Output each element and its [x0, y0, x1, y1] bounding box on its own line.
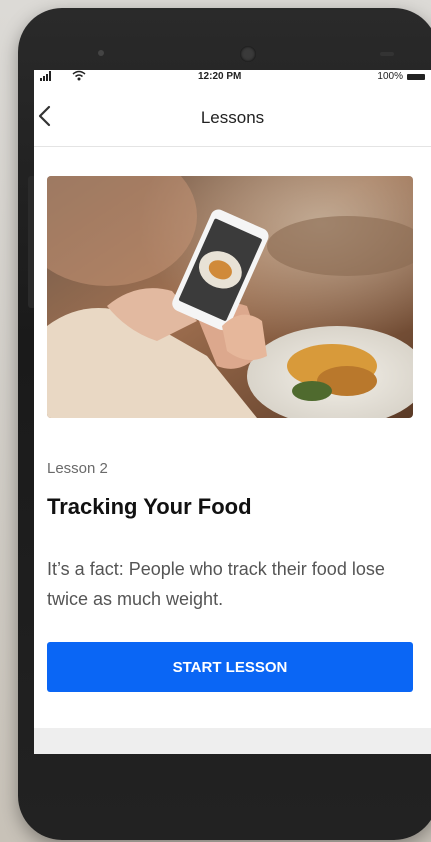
app-header: Lessons — [34, 84, 431, 147]
start-lesson-button[interactable]: START LESSON — [47, 642, 413, 692]
lesson-description: It’s a fact: People who track their food… — [47, 559, 385, 609]
lesson-number: Lesson 2 — [47, 460, 108, 477]
phone-sensor — [380, 52, 394, 56]
status-bar: 12:20 PM 100% — [34, 70, 431, 84]
battery-percent: 100% — [377, 71, 403, 82]
lesson-card: Lesson 2 Tracking Your Food It’s a fact:… — [34, 148, 431, 728]
lesson-title: Tracking Your Food — [47, 494, 252, 519]
page-title: Lessons — [200, 108, 265, 127]
status-time: 12:20 PM — [198, 71, 242, 82]
battery-icon — [407, 74, 425, 80]
signal-icon — [40, 71, 54, 84]
screen-bottom-area — [34, 728, 431, 754]
lesson-hero-image — [47, 176, 413, 418]
wifi-icon — [72, 70, 86, 84]
front-camera — [240, 46, 256, 62]
phone-speaker — [98, 50, 104, 56]
app-screen: 12:20 PM 100% Lessons Lesson 2 Tracking … — [34, 70, 431, 754]
